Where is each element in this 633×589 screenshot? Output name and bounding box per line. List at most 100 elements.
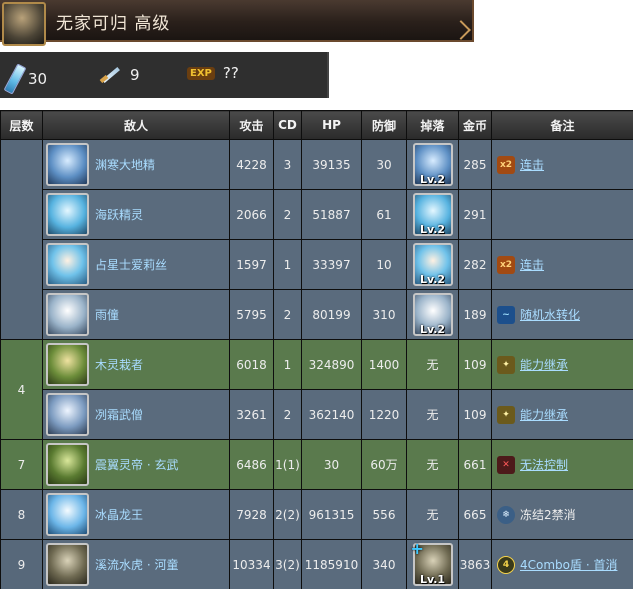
- attack-cell: 6018: [229, 339, 274, 390]
- table-row: 占星士爱莉丝 1597 1 33397 10 Lv.2 282 x2 连击: [1, 239, 633, 290]
- floor-cell: [0, 139, 43, 340]
- stamina-icon: [3, 63, 27, 95]
- table-row: 8 冰晶龙王 7928 2(2) 961315 556 无 665 ❄ 冻结2禁消: [0, 489, 633, 540]
- col-note: 备注: [491, 110, 633, 140]
- battles-value: 9: [130, 66, 140, 84]
- cd-cell: 1: [273, 239, 302, 290]
- stage-stat-bar: 30 9 EXP ??: [0, 52, 329, 98]
- defense-cell: 1400: [361, 339, 407, 390]
- enemy-cell: 雨僮: [42, 289, 230, 340]
- hp-cell: 30: [301, 439, 362, 490]
- drop-cell: 无: [406, 489, 459, 540]
- cd-cell: 1: [273, 339, 302, 390]
- col-defense: 防御: [361, 110, 407, 140]
- battles-stat: 9: [98, 64, 140, 86]
- note-link[interactable]: 4Combo盾 · 首消: [520, 556, 617, 573]
- attack-cell: 5795: [229, 289, 274, 340]
- drop-portrait-icon[interactable]: Lv.2: [412, 143, 453, 186]
- drop-cell: 无: [406, 439, 459, 490]
- cd-cell: 3: [273, 139, 302, 190]
- enemy-cell: 溪流水虎 · 河童: [42, 539, 230, 589]
- floor-cell: 7: [0, 439, 43, 490]
- enemy-name-link[interactable]: 冽霜武僧: [95, 406, 143, 423]
- enemy-cell: 渊寒大地精: [42, 139, 230, 190]
- note-link[interactable]: 无法控制: [520, 456, 568, 473]
- table-row: 7 震翼灵帝 · 玄武 6486 1(1) 30 60万 无 661 ✕ 无法控制: [0, 439, 633, 490]
- enemy-portrait-icon[interactable]: [46, 293, 89, 336]
- stage-title: 无家可归 高级: [56, 14, 171, 34]
- gold-cell: 291: [458, 189, 492, 240]
- defense-cell: 60万: [361, 439, 407, 490]
- enemy-cell: 震翼灵帝 · 玄武: [42, 439, 230, 490]
- enemy-portrait-icon[interactable]: [46, 493, 89, 536]
- drop-portrait-icon[interactable]: Lv.2: [412, 293, 453, 336]
- table-row: 4 木灵栽者 6018 1 324890 1400 无 109 ✦ 能力继承: [0, 339, 633, 440]
- note-cell: x2 连击: [491, 139, 633, 190]
- attack-cell: 6486: [229, 439, 274, 490]
- stage-avatar-icon: [2, 2, 46, 46]
- col-cd: CD: [273, 110, 302, 140]
- inherit-icon: ✦: [497, 405, 515, 424]
- exp-stat: EXP ??: [187, 64, 239, 82]
- enemy-portrait-icon[interactable]: [46, 143, 89, 186]
- enemy-cell: 冰晶龙王: [42, 489, 230, 540]
- cd-cell: 2: [273, 289, 302, 340]
- drop-portrait-icon[interactable]: Lv.2: [412, 193, 453, 236]
- enemy-portrait-icon[interactable]: [46, 543, 89, 586]
- enemy-name-link[interactable]: 雨僮: [95, 306, 119, 323]
- enemy-name-link[interactable]: 溪流水虎 · 河童: [95, 556, 178, 573]
- inherit-icon: ✦: [497, 355, 515, 374]
- enemy-name-link[interactable]: 震翼灵帝 · 玄武: [95, 456, 178, 473]
- enemy-portrait-icon[interactable]: [46, 193, 89, 236]
- note-cell: ✕ 无法控制: [491, 439, 633, 490]
- enemy-portrait-icon[interactable]: [46, 393, 89, 436]
- hp-cell: 961315: [301, 489, 362, 540]
- cd-cell: 1(1): [273, 439, 302, 490]
- note-cell: ✦ 能力继承: [491, 389, 633, 440]
- note-link[interactable]: 随机水转化: [520, 306, 580, 323]
- enemy-name-link[interactable]: 冰晶龙王: [95, 506, 143, 523]
- hp-cell: 324890: [301, 339, 362, 390]
- hp-cell: 51887: [301, 189, 362, 240]
- note-link[interactable]: 连击: [520, 156, 544, 173]
- gold-cell: 189: [458, 289, 492, 340]
- note-cell: [491, 189, 633, 240]
- exp-value: ??: [222, 64, 239, 82]
- drop-cell: Lv.2: [406, 289, 459, 340]
- attack-cell: 2066: [229, 189, 274, 240]
- defense-cell: 61: [361, 189, 407, 240]
- note-link[interactable]: 能力继承: [520, 356, 568, 373]
- drop-portrait-icon[interactable]: + Lv.1: [411, 539, 453, 586]
- enemy-portrait-icon[interactable]: [46, 243, 89, 286]
- hp-cell: 362140: [301, 389, 362, 440]
- floor-cell: 8: [0, 489, 43, 540]
- attack-cell: 7928: [229, 489, 274, 540]
- drop-portrait-icon[interactable]: Lv.2: [412, 243, 453, 286]
- attack-cell: 3261: [229, 389, 274, 440]
- enemy-name-link[interactable]: 占星士爱莉丝: [95, 256, 167, 273]
- drop-cell: 无: [406, 339, 459, 390]
- drop-level: Lv.2: [419, 323, 446, 336]
- enemy-name-link[interactable]: 渊寒大地精: [95, 156, 155, 173]
- note-cell: ❄ 冻结2禁消: [491, 489, 633, 540]
- table-header-row: 层数 敌人 攻击 CD HP 防御 掉落 金币 备注: [0, 110, 633, 140]
- drop-cell: Lv.2: [406, 139, 459, 190]
- col-floor: 层数: [0, 110, 43, 140]
- enemy-name-link[interactable]: 海跃精灵: [95, 206, 143, 223]
- enemy-name-link[interactable]: 木灵栽者: [95, 356, 143, 373]
- note-link[interactable]: 连击: [520, 256, 544, 273]
- table-row: 海跃精灵 2066 2 51887 61 Lv.2 291: [1, 189, 633, 240]
- col-gold: 金币: [458, 110, 492, 140]
- combo-x2-icon: x2: [497, 255, 515, 274]
- hp-cell: 80199: [301, 289, 362, 340]
- defense-cell: 556: [361, 489, 407, 540]
- drop-cell: Lv.2: [406, 239, 459, 290]
- stamina-value: 30: [28, 70, 48, 88]
- stamina-stat: 30: [3, 63, 48, 95]
- enemy-cell: 冽霜武僧: [42, 389, 230, 440]
- note-link[interactable]: 能力继承: [520, 406, 568, 423]
- cd-cell: 2: [273, 389, 302, 440]
- hp-cell: 1185910: [301, 539, 362, 589]
- enemy-portrait-icon[interactable]: [46, 443, 89, 486]
- enemy-portrait-icon[interactable]: [46, 343, 89, 386]
